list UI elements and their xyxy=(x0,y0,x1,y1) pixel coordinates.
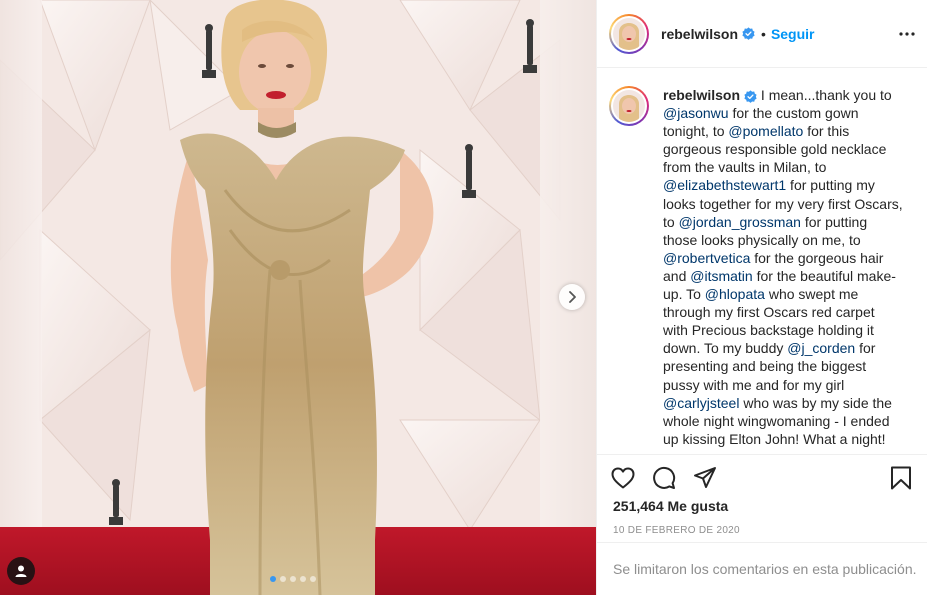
carousel-dot xyxy=(290,576,296,582)
comment-icon xyxy=(653,466,676,489)
share-icon xyxy=(694,466,716,488)
caption-text: rebelwilson I mean...thank you to @jason… xyxy=(663,86,903,454)
mention-link[interactable]: @pomellato xyxy=(728,123,803,139)
next-photo-button[interactable] xyxy=(559,284,585,310)
share-button[interactable] xyxy=(691,464,719,492)
header-separator: • xyxy=(761,25,766,42)
person-in-gold-gown xyxy=(170,0,434,595)
avatar-image xyxy=(613,90,645,122)
comment-button[interactable] xyxy=(650,464,678,492)
tagged-users-button[interactable] xyxy=(7,557,35,585)
carousel-dot xyxy=(270,576,276,582)
comments-disabled-notice: Se limitaron los comentarios en esta pub… xyxy=(597,542,927,595)
heart-icon xyxy=(611,467,635,488)
follow-button[interactable]: Seguir xyxy=(771,26,815,42)
post-photo[interactable] xyxy=(0,0,596,595)
caption-text-segment: I mean...thank you to xyxy=(757,87,892,103)
carousel-dot xyxy=(280,576,286,582)
mention-link[interactable]: @hlopata xyxy=(705,286,765,302)
mention-link[interactable]: @robertvetica xyxy=(663,250,750,266)
avatar[interactable] xyxy=(609,13,649,54)
more-options-button[interactable] xyxy=(899,31,915,36)
post-date: 10 DE FEBRERO DE 2020 xyxy=(613,525,740,536)
mention-link[interactable]: @elizabethstewart1 xyxy=(663,177,786,193)
verified-badge-icon xyxy=(742,27,755,40)
likes-count[interactable]: 251,464 Me gusta xyxy=(613,498,728,514)
carousel-dot xyxy=(300,576,306,582)
caption-area: rebelwilson I mean...thank you to @jason… xyxy=(597,68,927,454)
mention-link[interactable]: @jordan_grossman xyxy=(679,214,801,230)
photo-edge-left xyxy=(0,0,42,595)
mention-link[interactable]: @j_corden xyxy=(787,340,855,356)
avatar-image xyxy=(613,17,645,50)
caption-avatar[interactable] xyxy=(609,86,649,126)
action-bar xyxy=(597,454,927,500)
mention-link[interactable]: @itsmatin xyxy=(690,268,752,284)
more-options-icon xyxy=(899,31,915,36)
save-button[interactable] xyxy=(887,464,915,492)
carousel-indicator xyxy=(270,576,316,582)
mention-link[interactable]: @jasonwu xyxy=(663,105,729,121)
like-button[interactable] xyxy=(609,464,637,492)
user-tag-icon xyxy=(15,565,27,577)
bookmark-icon xyxy=(891,466,911,489)
chevron-right-icon xyxy=(569,291,576,303)
verified-badge-icon xyxy=(744,90,757,103)
post-header: rebelwilson • Seguir xyxy=(597,0,927,68)
post-details-panel: rebelwilson • Seguir rebelwilson I mean.… xyxy=(596,0,927,595)
header-username[interactable]: rebelwilson xyxy=(661,26,738,42)
caption-username[interactable]: rebelwilson xyxy=(663,87,740,103)
mention-link[interactable]: @carlyjsteel xyxy=(663,395,739,411)
caption-body: I mean...thank you to @jasonwu for the c… xyxy=(663,87,903,447)
carousel-dot xyxy=(310,576,316,582)
